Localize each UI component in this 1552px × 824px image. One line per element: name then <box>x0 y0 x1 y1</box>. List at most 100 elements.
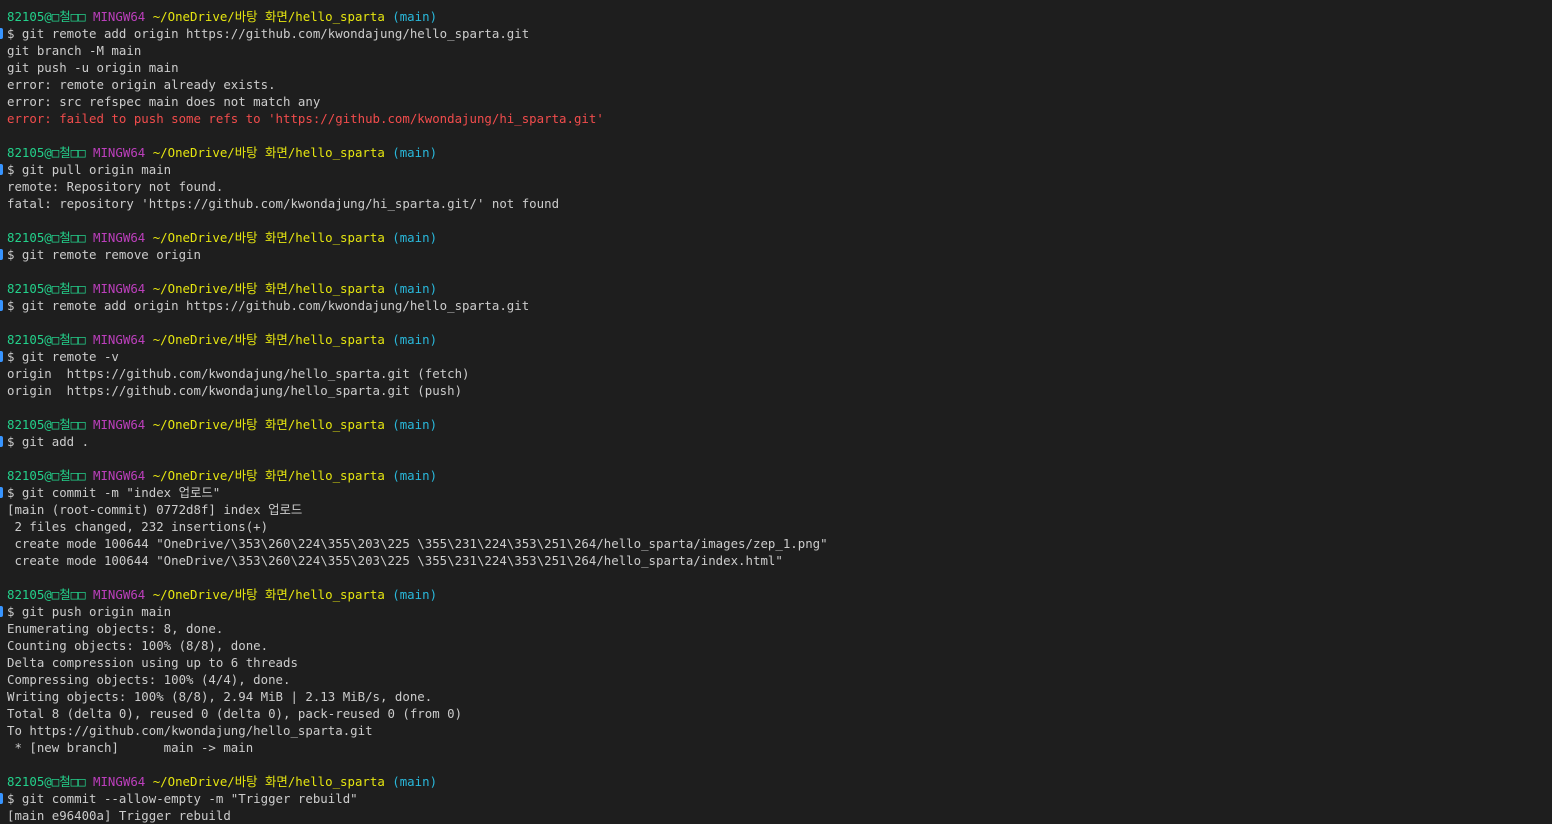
command-line: $ git add . <box>0 433 1552 450</box>
command-text: $ git push origin main <box>7 604 172 619</box>
command-decoration-icon[interactable] <box>0 436 3 447</box>
output-line: Counting objects: 100% (8/8), done. <box>7 637 1552 654</box>
command-text: $ git remote add origin https://github.c… <box>7 26 530 41</box>
output-line: error: src refspec main does not match a… <box>7 93 1552 110</box>
output-line: create mode 100644 "OneDrive/\353\260\22… <box>7 552 1552 569</box>
command-text: $ git add . <box>7 434 90 449</box>
output-line: 2 files changed, 232 insertions(+) <box>7 518 1552 535</box>
output-line: error: remote origin already exists. <box>7 76 1552 93</box>
output-text: create mode 100644 "OneDrive/\353\260\22… <box>7 553 783 568</box>
command-text: $ git pull origin main <box>7 162 172 177</box>
output-text: git branch -M main <box>7 43 142 58</box>
command-text: $ git remote add origin https://github.c… <box>7 298 530 313</box>
prompt-path: ~/OneDrive/바탕 화면/hello_sparta <box>152 145 385 160</box>
output-text: remote: Repository not found. <box>7 179 224 194</box>
command-text: $ git remote remove origin <box>7 247 201 262</box>
prompt-line: 82105@□철□□ MINGW64 ~/OneDrive/바탕 화면/hell… <box>7 229 1552 246</box>
command-line: $ git commit --allow-empty -m "Trigger r… <box>0 790 1552 807</box>
error-text: error: failed to push some refs to 'http… <box>7 111 604 126</box>
command-line: $ git commit -m "index 업로드" <box>0 484 1552 501</box>
command-decoration-icon[interactable] <box>0 487 3 498</box>
prompt-user: 82105@□철□□ <box>7 230 86 245</box>
output-text: origin https://github.com/kwondajung/hel… <box>7 383 463 398</box>
command-decoration-icon[interactable] <box>0 793 3 804</box>
prompt-path: ~/OneDrive/바탕 화면/hello_sparta <box>152 774 385 789</box>
prompt-user: 82105@□철□□ <box>7 417 86 432</box>
output-line: origin https://github.com/kwondajung/hel… <box>7 365 1552 382</box>
prompt-branch: (main) <box>392 332 438 347</box>
prompt-line: 82105@□철□□ MINGW64 ~/OneDrive/바탕 화면/hell… <box>7 280 1552 297</box>
command-decoration-icon[interactable] <box>0 28 3 39</box>
output-line: git push -u origin main <box>7 59 1552 76</box>
prompt-branch: (main) <box>392 9 438 24</box>
output-text: error: remote origin already exists. <box>7 77 276 92</box>
prompt-host: MINGW64 <box>93 281 146 296</box>
output-line: Enumerating objects: 8, done. <box>7 620 1552 637</box>
prompt-path: ~/OneDrive/바탕 화면/hello_sparta <box>152 9 385 24</box>
command-decoration-icon[interactable] <box>0 249 3 260</box>
prompt-user: 82105@□철□□ <box>7 281 86 296</box>
command-line: $ git push origin main <box>0 603 1552 620</box>
output-line: remote: Repository not found. <box>7 178 1552 195</box>
output-line: Delta compression using up to 6 threads <box>7 654 1552 671</box>
command-text: $ git remote -v <box>7 349 119 364</box>
prompt-branch: (main) <box>392 587 438 602</box>
prompt-path: ~/OneDrive/바탕 화면/hello_sparta <box>152 417 385 432</box>
prompt-host: MINGW64 <box>93 417 146 432</box>
prompt-user: 82105@□철□□ <box>7 332 86 347</box>
output-line: git branch -M main <box>7 42 1552 59</box>
prompt-path: ~/OneDrive/바탕 화면/hello_sparta <box>152 587 385 602</box>
prompt-host: MINGW64 <box>93 587 146 602</box>
output-text: error: src refspec main does not match a… <box>7 94 321 109</box>
output-text: Total 8 (delta 0), reused 0 (delta 0), p… <box>7 706 463 721</box>
output-line: fatal: repository 'https://github.com/kw… <box>7 195 1552 212</box>
prompt-line: 82105@□철□□ MINGW64 ~/OneDrive/바탕 화면/hell… <box>7 416 1552 433</box>
output-line: create mode 100644 "OneDrive/\353\260\22… <box>7 535 1552 552</box>
prompt-path: ~/OneDrive/바탕 화면/hello_sparta <box>152 332 385 347</box>
output-text: Delta compression using up to 6 threads <box>7 655 298 670</box>
output-text: git push -u origin main <box>7 60 179 75</box>
prompt-host: MINGW64 <box>93 230 146 245</box>
prompt-user: 82105@□철□□ <box>7 587 86 602</box>
prompt-line: 82105@□철□□ MINGW64 ~/OneDrive/바탕 화면/hell… <box>7 467 1552 484</box>
prompt-host: MINGW64 <box>93 145 146 160</box>
output-line: origin https://github.com/kwondajung/hel… <box>7 382 1552 399</box>
prompt-host: MINGW64 <box>93 468 146 483</box>
output-text: Enumerating objects: 8, done. <box>7 621 224 636</box>
prompt-line: 82105@□철□□ MINGW64 ~/OneDrive/바탕 화면/hell… <box>7 586 1552 603</box>
prompt-branch: (main) <box>392 281 438 296</box>
command-line: $ git remote add origin https://github.c… <box>0 25 1552 42</box>
prompt-branch: (main) <box>392 774 438 789</box>
prompt-line: 82105@□철□□ MINGW64 ~/OneDrive/바탕 화면/hell… <box>7 331 1552 348</box>
command-line: $ git pull origin main <box>0 161 1552 178</box>
command-line: $ git remote remove origin <box>0 246 1552 263</box>
prompt-user: 82105@□철□□ <box>7 774 86 789</box>
command-decoration-icon[interactable] <box>0 164 3 175</box>
output-text: Compressing objects: 100% (4/4), done. <box>7 672 291 687</box>
output-line: To https://github.com/kwondajung/hello_s… <box>7 722 1552 739</box>
output-text: * [new branch] main -> main <box>7 740 254 755</box>
prompt-user: 82105@□철□□ <box>7 468 86 483</box>
prompt-path: ~/OneDrive/바탕 화면/hello_sparta <box>152 468 385 483</box>
command-decoration-icon[interactable] <box>0 606 3 617</box>
prompt-path: ~/OneDrive/바탕 화면/hello_sparta <box>152 281 385 296</box>
command-text: $ git commit --allow-empty -m "Trigger r… <box>7 791 358 806</box>
output-text: [main e96400a] Trigger rebuild <box>7 808 231 823</box>
terminal-output[interactable]: 82105@□철□□ MINGW64 ~/OneDrive/바탕 화면/hell… <box>0 0 1552 824</box>
command-decoration-icon[interactable] <box>0 300 3 311</box>
prompt-host: MINGW64 <box>93 332 146 347</box>
command-text: $ git commit -m "index 업로드" <box>7 485 221 500</box>
prompt-user: 82105@□철□□ <box>7 145 86 160</box>
command-line: $ git remote add origin https://github.c… <box>0 297 1552 314</box>
output-line: Compressing objects: 100% (4/4), done. <box>7 671 1552 688</box>
prompt-host: MINGW64 <box>93 9 146 24</box>
prompt-branch: (main) <box>392 145 438 160</box>
command-decoration-icon[interactable] <box>0 351 3 362</box>
